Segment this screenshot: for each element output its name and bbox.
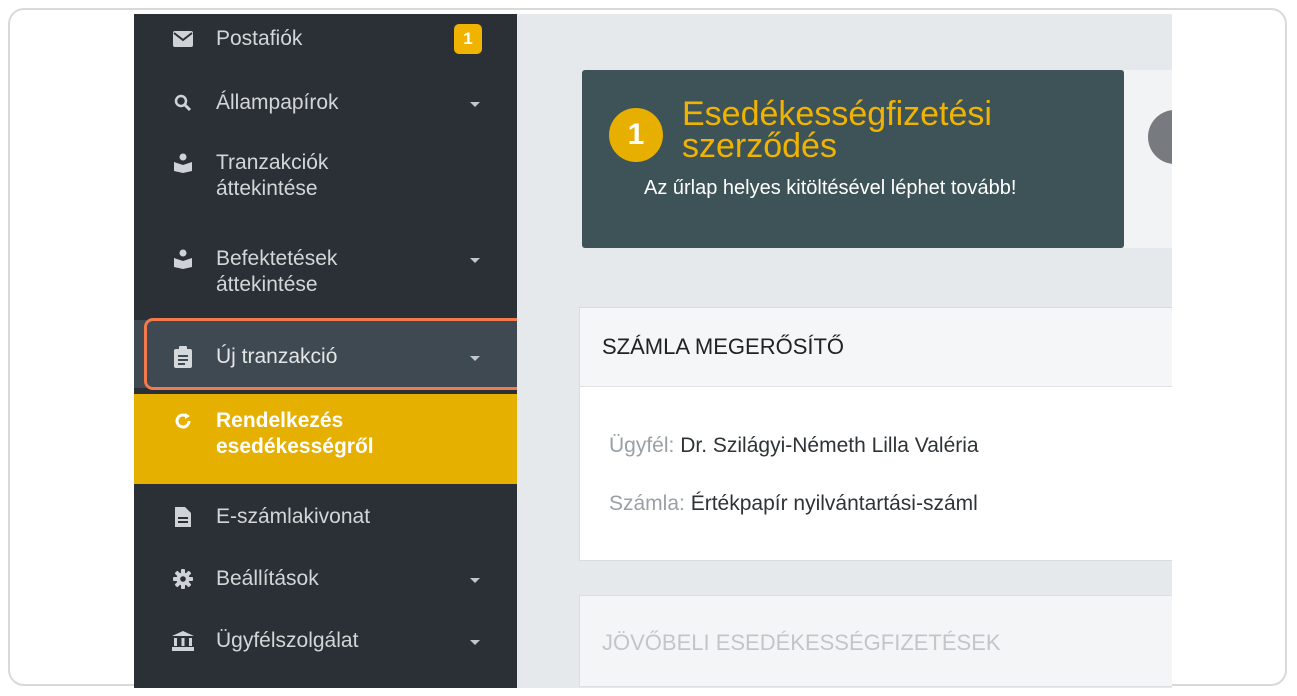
client-row: Ügyfél: Dr. Szilágyi-Németh Lilla Valéri… bbox=[609, 434, 979, 458]
sidebar-item-label: Rendelkezés esedékességről bbox=[216, 409, 374, 458]
client-value: Dr. Szilágyi-Németh Lilla Valéria bbox=[680, 434, 979, 457]
account-value: Értékpapír nyilvántartási-száml bbox=[690, 492, 978, 515]
account-row: Számla: Értékpapír nyilvántartási-száml bbox=[609, 492, 978, 516]
sidebar-item-ugyfelszolgalat[interactable]: Ügyfélszolgálat bbox=[134, 626, 517, 656]
step-number-badge: 1 bbox=[609, 108, 663, 162]
sidebar-item-label: Befektetések áttekintése bbox=[216, 247, 338, 296]
gear-icon bbox=[172, 568, 194, 590]
person-reading-icon bbox=[172, 248, 194, 270]
sidebar-item-allampapirok[interactable]: Állampapírok bbox=[134, 88, 517, 118]
next-step-badge bbox=[1148, 110, 1172, 164]
person-reading-icon bbox=[172, 152, 194, 174]
chevron-down-icon bbox=[470, 640, 480, 645]
sidebar-item-postafiok[interactable]: Postafiók 1 bbox=[134, 24, 517, 54]
sidebar-item-befektetesek-attekintese[interactable]: Befektetések áttekintése bbox=[134, 244, 517, 304]
chevron-down-icon bbox=[470, 102, 480, 107]
sidebar-item-label: Beállítások bbox=[216, 567, 319, 590]
chevron-down-icon bbox=[470, 578, 480, 583]
panel-header: SZÁMLA MEGERŐSÍTŐ bbox=[580, 308, 1172, 387]
unread-count-badge: 1 bbox=[454, 24, 482, 54]
sidebar-item-label: Tranzakciók áttekintése bbox=[216, 151, 329, 200]
bank-icon bbox=[172, 630, 194, 652]
step-title: Esedékességfizetési szerződés bbox=[682, 95, 992, 165]
main-content: 1 Esedékességfizetési szerződés Az űrlap… bbox=[517, 14, 1172, 688]
mail-icon bbox=[172, 28, 194, 50]
sidebar-item-tranzakciok-attekintese[interactable]: Tranzakciók áttekintése bbox=[134, 148, 517, 208]
sidebar-item-label: E-számlakivonat bbox=[216, 505, 371, 528]
sidebar-item-e-szamlakivonat[interactable]: E-számlakivonat bbox=[134, 502, 517, 532]
sidebar-item-label: Állampapírok bbox=[216, 91, 339, 114]
highlight-annotation bbox=[144, 318, 540, 390]
panel-title: JÖVŐBELI ESEDÉKESSÉGFIZETÉSEK bbox=[602, 630, 1001, 655]
sidebar-item-label: Postafiók bbox=[216, 27, 303, 50]
step-subtitle: Az űrlap helyes kitöltésével léphet tová… bbox=[644, 177, 1017, 199]
next-step-area bbox=[1124, 70, 1172, 248]
account-label: Számla: bbox=[609, 492, 685, 515]
search-icon bbox=[172, 92, 194, 114]
refresh-icon bbox=[172, 410, 194, 432]
document-icon bbox=[172, 506, 194, 528]
sidebar-item-beallitasok[interactable]: Beállítások bbox=[134, 564, 517, 594]
chevron-down-icon bbox=[470, 258, 480, 263]
client-label: Ügyfél: bbox=[609, 434, 675, 457]
future-payments-panel: JÖVŐBELI ESEDÉKESSÉGFIZETÉSEK bbox=[579, 595, 1172, 687]
sidebar-item-rendelkezes-esedekessegrol[interactable]: Rendelkezés esedékességről bbox=[134, 406, 517, 466]
wizard-step-card: 1 Esedékességfizetési szerződés Az űrlap… bbox=[582, 70, 1124, 248]
panel-title: SZÁMLA MEGERŐSÍTŐ bbox=[602, 334, 845, 359]
sidebar-item-label: Ügyfélszolgálat bbox=[216, 629, 359, 652]
account-confirm-panel: SZÁMLA MEGERŐSÍTŐ Ügyfél: Dr. Szilágyi-N… bbox=[579, 307, 1172, 561]
